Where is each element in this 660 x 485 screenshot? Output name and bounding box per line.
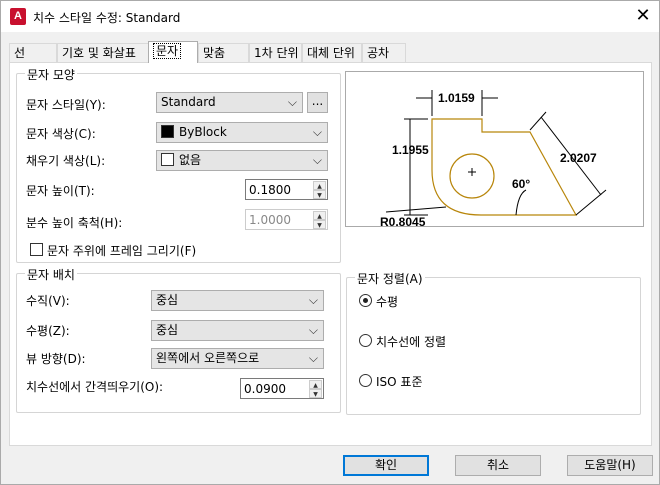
view-direction-label: 뷰 방향(D):	[26, 352, 86, 366]
chevron-down-icon: ⌵	[312, 125, 322, 139]
fill-color-value: 없음	[179, 153, 202, 167]
fraction-height-spinner: 1.0000 ▲ ▼	[245, 209, 328, 230]
view-direction-dropdown[interactable]: 왼쪽에서 오른쪽으로 ⌵	[151, 348, 324, 369]
dim-label: R0.8045	[380, 215, 426, 226]
view-direction-value: 왼쪽에서 오른쪽으로	[156, 351, 260, 365]
text-alignment-group: 문자 정렬(A) 수평 치수선에 정렬 ISO 표준	[346, 270, 641, 415]
align-iso-radio[interactable]	[359, 374, 372, 387]
text-color-label: 문자 색상(C):	[26, 127, 96, 141]
text-appearance-label: 문자 모양	[25, 66, 77, 83]
title-bar: A 치수 스타일 수정: Standard ✕	[1, 1, 659, 32]
align-horizontal-label[interactable]: 수평	[376, 293, 398, 310]
text-style-label: 문자 스타일(Y):	[26, 98, 106, 112]
spin-down-icon[interactable]: ▼	[313, 190, 326, 199]
align-dimline-radio[interactable]	[359, 334, 372, 347]
vertical-label: 수직(V):	[26, 294, 70, 308]
preview-part-outline	[431, 118, 578, 216]
text-placement-group: 문자 배치 수직(V): 중심 ⌵ 수평(Z): 중심 ⌵ 뷰 방향(D): 왼…	[16, 266, 341, 413]
text-color-value: ByBlock	[179, 125, 227, 139]
dimension-preview: 1.0159 1.1955 2.0207 60° R0.8045	[345, 71, 644, 229]
tab-primary-units[interactable]: 1차 단위	[249, 43, 302, 63]
autocad-app-icon: A	[10, 8, 26, 25]
align-dimline-label[interactable]: 치수선에 정렬	[376, 333, 446, 350]
text-height-label: 문자 높이(T):	[26, 184, 95, 198]
dim-label: 2.0207	[560, 151, 597, 165]
tab-alternate-units[interactable]: 대체 단위	[302, 43, 362, 63]
tab-lines[interactable]: 선	[9, 43, 57, 63]
color-swatch-icon	[161, 125, 174, 138]
tab-symbols-arrows[interactable]: 기호 및 화살표	[57, 43, 149, 63]
fill-color-label: 채우기 색상(L):	[26, 154, 106, 168]
preview-drawing: 1.0159 1.1955 2.0207 60° R0.8045	[380, 90, 607, 229]
align-iso-label[interactable]: ISO 표준	[376, 373, 423, 390]
draw-frame-label[interactable]: 문자 주위에 프레임 그리기(F)	[47, 242, 196, 259]
tab-text[interactable]: 문자	[148, 41, 198, 63]
close-icon[interactable]: ✕	[629, 3, 657, 29]
chevron-down-icon: ⌵	[312, 153, 322, 167]
chevron-down-icon: ⌵	[308, 351, 318, 365]
vertical-value: 중심	[156, 293, 179, 307]
text-height-spinner[interactable]: 0.1800 ▲ ▼	[245, 179, 328, 200]
tab-tolerances[interactable]: 공차	[362, 43, 406, 63]
dim-label: 1.0159	[438, 91, 475, 105]
dim-label: 60°	[512, 177, 530, 191]
text-alignment-label: 문자 정렬(A)	[355, 270, 425, 287]
preview-dim-labels: 1.0159 1.1955 2.0207 60° R0.8045	[380, 91, 597, 229]
text-style-browse-button[interactable]: ...	[307, 92, 328, 113]
ok-button[interactable]: 확인	[343, 455, 429, 476]
vertical-dropdown[interactable]: 중심 ⌵	[151, 290, 324, 311]
dialog-window: A 치수 스타일 수정: Standard ✕ 선 기호 및 화살표 문자 맞춤…	[0, 0, 660, 485]
horizontal-value: 중심	[156, 323, 179, 337]
dim-label: 1.1955	[392, 143, 429, 157]
cancel-button[interactable]: 취소	[455, 455, 541, 476]
chevron-down-icon: ⌵	[308, 323, 318, 337]
spin-down-icon: ▼	[313, 220, 326, 229]
fraction-height-label: 분수 높이 축척(H):	[26, 216, 123, 230]
spin-up-icon[interactable]: ▲	[309, 380, 322, 389]
text-appearance-group: 문자 모양 문자 스타일(Y): Standard ⌵ ... 문자 색상(C)…	[16, 66, 341, 263]
text-color-dropdown[interactable]: ByBlock ⌵	[156, 122, 328, 143]
text-style-dropdown[interactable]: Standard ⌵	[156, 92, 303, 113]
chevron-down-icon: ⌵	[308, 293, 318, 307]
fraction-height-value: 1.0000	[249, 213, 291, 227]
spin-up-icon[interactable]: ▲	[313, 181, 326, 190]
offset-label: 치수선에서 간격띄우기(O):	[26, 380, 164, 394]
offset-spinner[interactable]: 0.0900 ▲ ▼	[240, 378, 324, 399]
horizontal-dropdown[interactable]: 중심 ⌵	[151, 320, 324, 341]
spin-up-icon: ▲	[313, 211, 326, 220]
fill-color-dropdown[interactable]: 없음 ⌵	[156, 150, 328, 171]
text-height-value: 0.1800	[249, 183, 291, 197]
text-placement-label: 문자 배치	[25, 266, 77, 283]
horizontal-label: 수평(Z):	[26, 324, 70, 338]
text-style-value: Standard	[161, 95, 216, 109]
chevron-down-icon: ⌵	[287, 95, 297, 109]
empty-swatch-icon	[161, 153, 174, 166]
offset-value: 0.0900	[244, 382, 286, 396]
draw-frame-checkbox[interactable]	[30, 243, 43, 256]
spin-down-icon[interactable]: ▼	[309, 389, 322, 398]
help-button[interactable]: 도움말(H)	[567, 455, 653, 476]
window-title: 치수 스타일 수정: Standard	[33, 11, 181, 25]
align-horizontal-radio[interactable]	[359, 294, 372, 307]
tab-fit[interactable]: 맞춤	[198, 43, 249, 63]
